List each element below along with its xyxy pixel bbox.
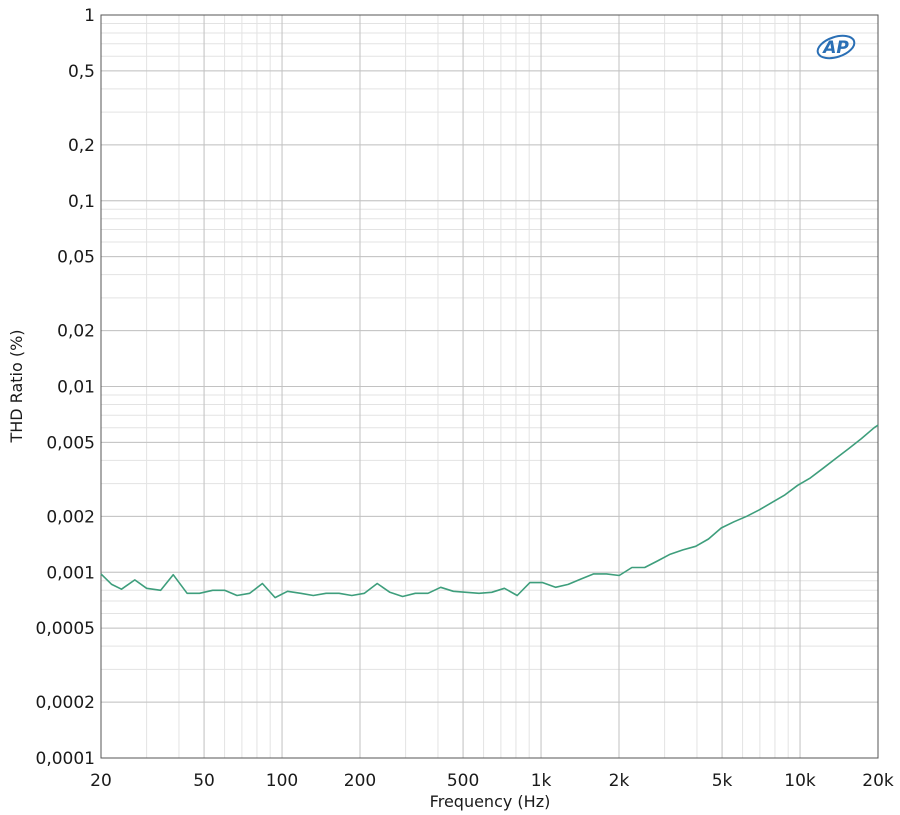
x-tick-label: 20k	[862, 771, 894, 791]
y-tick-label: 0,005	[46, 433, 95, 453]
x-axis-title: Frequency (Hz)	[430, 792, 551, 811]
x-tick-label: 1k	[531, 771, 552, 791]
ap-logo-text: AP	[821, 38, 849, 58]
y-tick-label: 0,0002	[36, 693, 95, 713]
x-tick-label: 200	[344, 771, 376, 791]
y-tick-label: 0,0001	[36, 749, 95, 769]
x-tick-label: 500	[447, 771, 479, 791]
y-tick-labels: 1 0,5 0,2 0,1 0,05 0,02 0,01 0,005 0,002 0,001 0,0…	[36, 6, 95, 769]
x-tick-label: 10k	[784, 771, 816, 791]
y-tick-label: 1	[84, 6, 95, 26]
y-tick-label: 0,05	[57, 248, 95, 268]
y-tick-label: 0,1	[68, 192, 95, 212]
x-tick-labels: 20 50 100 200 500 1k 2k 5k 10k 20k	[90, 771, 894, 791]
y-tick-label: 0,002	[46, 507, 95, 527]
y-tick-label: 0,02	[57, 322, 95, 342]
x-tick-label: 20	[90, 771, 112, 791]
x-tick-label: 5k	[712, 771, 733, 791]
y-tick-label: 0,5	[68, 62, 95, 82]
y-tick-label: 0,2	[68, 136, 95, 156]
x-tick-label: 50	[193, 771, 215, 791]
y-tick-label: 0,0005	[36, 619, 95, 639]
y-tick-label: 0,01	[57, 378, 95, 398]
x-tick-label: 2k	[609, 771, 630, 791]
x-tick-label: 100	[266, 771, 298, 791]
y-axis-title: THD Ratio (%)	[7, 329, 26, 443]
y-tick-label: 0,001	[46, 563, 95, 583]
thd-chart: 20 50 100 200 500 1k 2k 5k 10k 20k 1 0,5 0,2 0,1 0,05…	[7, 6, 894, 811]
